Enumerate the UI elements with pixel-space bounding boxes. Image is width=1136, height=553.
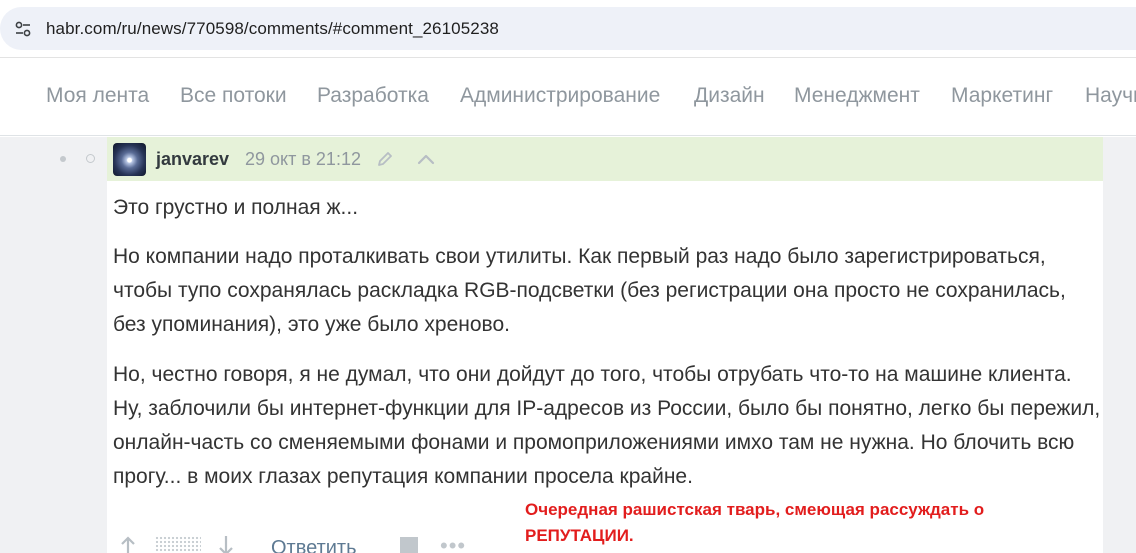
comment-header: janvarev 29 окт в 21:12 [107, 137, 1103, 181]
arrow-up-icon[interactable] [119, 536, 137, 553]
nav-item-all-streams[interactable]: Все потоки [180, 58, 287, 134]
comment-paragraph: Это грустно и полная ж... [113, 196, 359, 219]
bookmark-icon[interactable] [400, 537, 418, 553]
nav-item-marketing[interactable]: Маркетинг [951, 58, 1053, 134]
pencil-icon[interactable] [375, 149, 395, 169]
avatar[interactable] [113, 143, 146, 176]
nav-item-my-feed[interactable]: Моя лента [46, 58, 149, 134]
url-text[interactable]: habr.com/ru/news/770598/comments/#commen… [46, 7, 499, 50]
address-bar[interactable]: habr.com/ru/news/770598/comments/#commen… [0, 7, 1136, 50]
comment-footer: Ответить ••• [113, 532, 513, 553]
chevron-up-icon[interactable] [415, 149, 437, 169]
nav-item-popsci[interactable]: Научпоп [1085, 58, 1136, 134]
hub-navigation: Моя лента Все потоки Разработка Админист… [0, 58, 1136, 136]
nav-item-management[interactable]: Менеджмент [794, 58, 920, 134]
thread-dot [60, 156, 66, 162]
thread-indicators [0, 137, 107, 553]
nav-item-administration[interactable]: Администрирование [460, 58, 660, 134]
browser-toolbar: habr.com/ru/news/770598/comments/#commen… [0, 0, 1136, 58]
nav-item-development[interactable]: Разработка [317, 58, 429, 134]
tune-icon[interactable] [7, 11, 39, 46]
arrow-down-icon[interactable] [217, 536, 235, 553]
comment-author[interactable]: janvarev [156, 137, 229, 181]
red-annotation: Очередная рашистская тварь, смеющая расс… [525, 500, 985, 545]
more-options-icon[interactable]: ••• [440, 534, 466, 553]
comment-date[interactable]: 29 окт в 21:12 [245, 137, 361, 181]
nav-item-design[interactable]: Дизайн [694, 58, 765, 134]
reply-button[interactable]: Ответить [271, 536, 357, 553]
vote-score [155, 536, 201, 552]
comment-paragraph: Но, честно говоря, я не думал, что они д… [113, 363, 1101, 488]
comment-paragraph: Но компании надо проталкивать свои утили… [113, 245, 1066, 336]
thread-ring [86, 154, 95, 163]
